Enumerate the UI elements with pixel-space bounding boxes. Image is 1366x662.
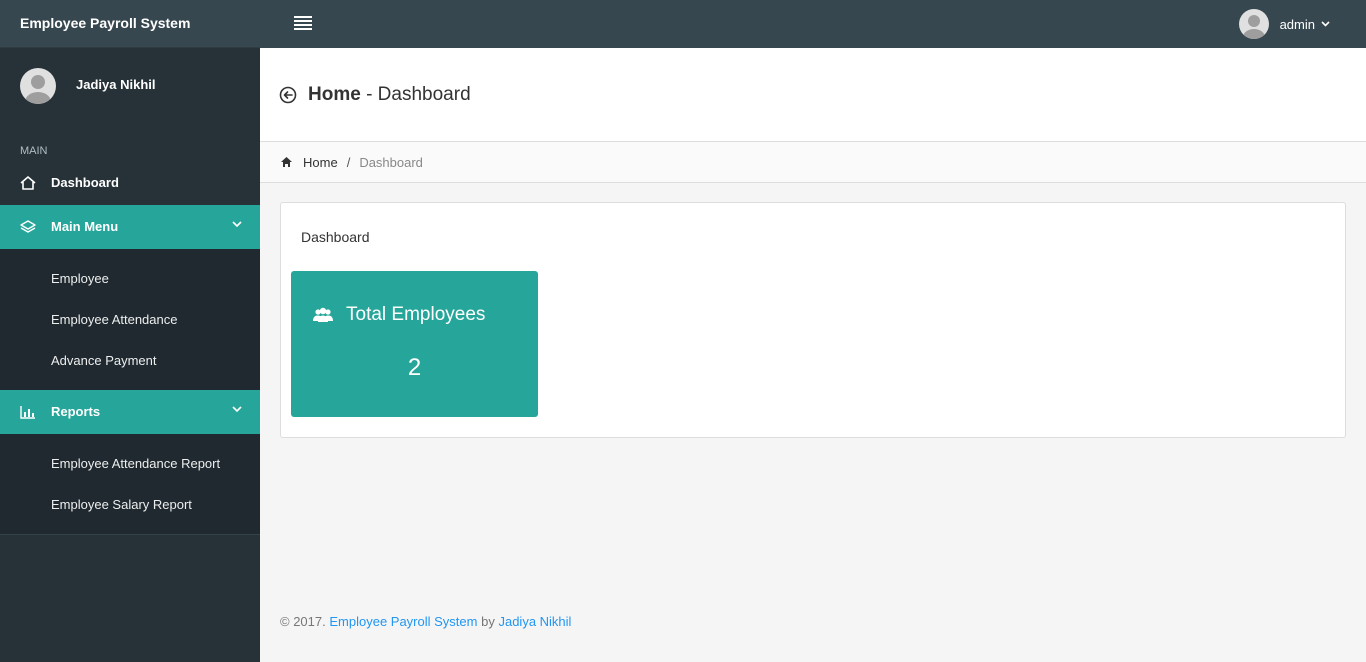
bar-chart-icon bbox=[19, 403, 37, 421]
nav-category-main: MAIN bbox=[20, 145, 48, 157]
sidebar-item-advance-payment[interactable]: Advance Payment bbox=[0, 340, 260, 381]
page-title-main: Home bbox=[308, 84, 361, 105]
sidebar-item-salary-report[interactable]: Employee Salary Report bbox=[0, 484, 260, 525]
brand-title[interactable]: Employee Payroll System bbox=[0, 0, 260, 48]
sidebar-item-attendance-report[interactable]: Employee Attendance Report bbox=[0, 443, 260, 484]
avatar bbox=[20, 68, 56, 104]
home-icon bbox=[19, 174, 37, 192]
breadcrumb-home[interactable]: Home bbox=[280, 155, 338, 170]
reports-submenu: Employee Attendance Report Employee Sala… bbox=[0, 434, 260, 534]
breadcrumb: Home / Dashboard bbox=[260, 142, 1366, 183]
page-header: Home - Dashboard bbox=[260, 48, 1366, 142]
chevron-down-icon bbox=[232, 404, 242, 416]
footer-copyright: © 2017. bbox=[280, 614, 326, 629]
sidebar-item-dashboard[interactable]: Dashboard bbox=[0, 161, 260, 205]
sidebar-user-name: Jadiya Nikhil bbox=[76, 77, 156, 92]
avatar bbox=[1238, 9, 1269, 39]
chevron-down-icon bbox=[1321, 19, 1330, 30]
sidebar: Jadiya Nikhil MAIN Dashboard Main Menu E… bbox=[0, 48, 260, 662]
page-title-sub: - Dashboard bbox=[366, 84, 471, 105]
sidebar-user-block: Jadiya Nikhil bbox=[0, 48, 260, 123]
panel-title: Dashboard bbox=[301, 229, 370, 245]
top-navbar: Employee Payroll System admin bbox=[0, 0, 1366, 48]
sidebar-item-employee[interactable]: Employee bbox=[0, 258, 260, 299]
page-title: Home - Dashboard bbox=[308, 84, 471, 106]
total-employees-card[interactable]: Total Employees 2 bbox=[291, 271, 538, 417]
footer: © 2017. Employee Payroll System by Jadiy… bbox=[280, 614, 571, 629]
sidebar-item-reports[interactable]: Reports bbox=[0, 390, 260, 434]
sidebar-item-label: Reports bbox=[51, 404, 101, 419]
breadcrumb-home-label: Home bbox=[303, 154, 338, 170]
sidebar-item-employee-attendance[interactable]: Employee Attendance bbox=[0, 299, 260, 340]
breadcrumb-current: Dashboard bbox=[359, 154, 423, 170]
users-icon bbox=[312, 306, 334, 324]
home-icon bbox=[281, 157, 292, 167]
sidebar-item-main-menu[interactable]: Main Menu bbox=[0, 205, 260, 249]
sidebar-divider bbox=[0, 534, 260, 535]
user-dropdown[interactable]: admin bbox=[1238, 9, 1330, 39]
menu-toggle-icon[interactable] bbox=[294, 16, 312, 32]
dashboard-panel: Dashboard Total Employees 2 bbox=[280, 202, 1346, 438]
sidebar-item-label: Dashboard bbox=[51, 175, 119, 190]
layers-icon bbox=[19, 218, 37, 236]
stat-value: 2 bbox=[407, 354, 422, 381]
sidebar-item-label: Main Menu bbox=[51, 219, 119, 234]
stat-label: Total Employees bbox=[346, 304, 486, 325]
back-arrow-icon[interactable] bbox=[279, 86, 297, 104]
chevron-down-icon bbox=[232, 219, 242, 231]
footer-by: by bbox=[481, 614, 495, 629]
footer-author-link[interactable]: Jadiya Nikhil bbox=[498, 614, 571, 629]
main-menu-submenu: Employee Employee Attendance Advance Pay… bbox=[0, 249, 260, 390]
user-name: admin bbox=[1279, 16, 1315, 32]
breadcrumb-separator: / bbox=[346, 154, 351, 170]
footer-app-link[interactable]: Employee Payroll System bbox=[329, 614, 477, 629]
